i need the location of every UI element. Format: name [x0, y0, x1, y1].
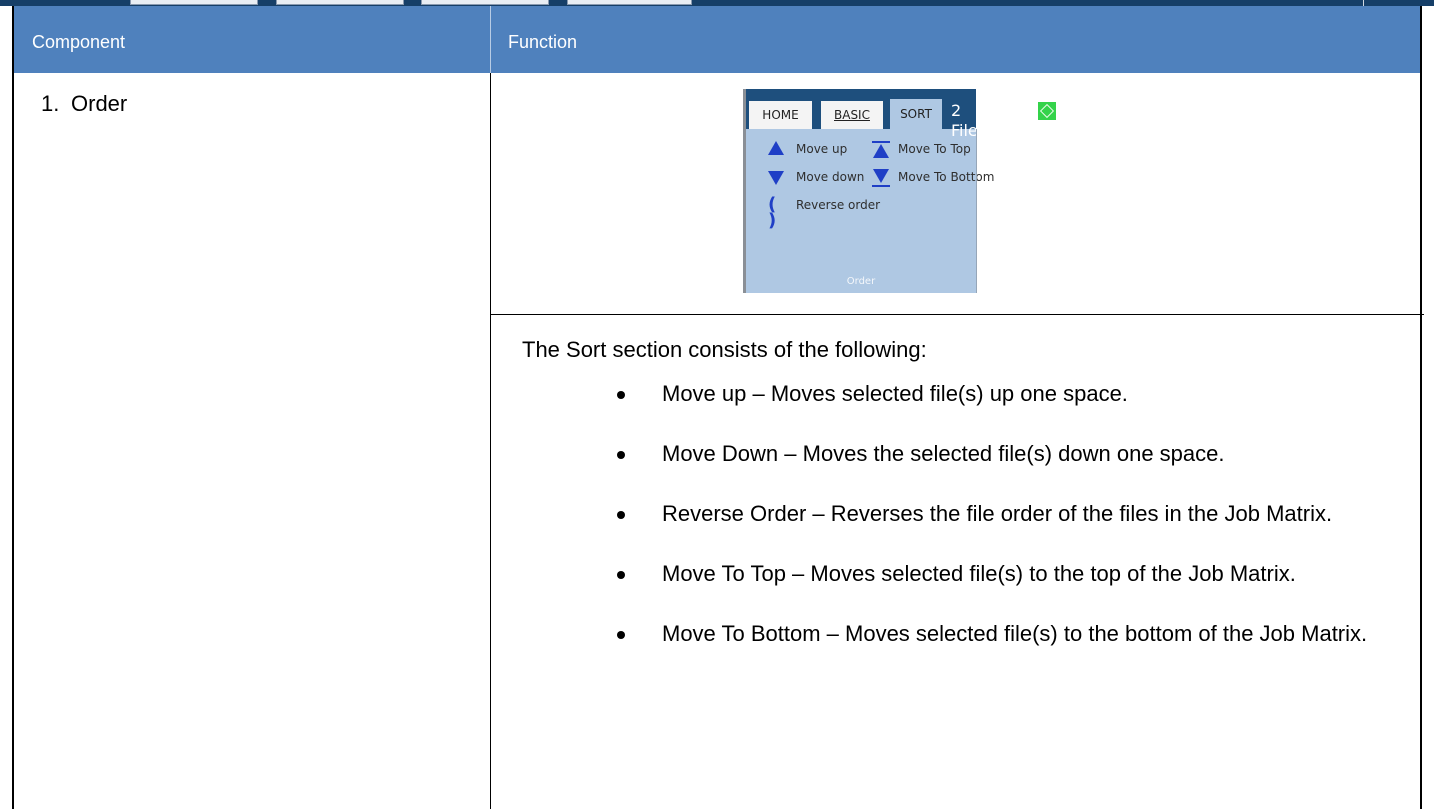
table-header: Component Function [14, 6, 1420, 73]
header-function: Function [508, 32, 578, 52]
tab-home[interactable]: HOME [749, 101, 812, 129]
ribbon-tab-bar: HOME BASIC SORT [746, 89, 976, 129]
reverse-order-label: Reverse order [796, 198, 881, 212]
list-number: 1. [41, 91, 60, 116]
toolbar-stub [421, 0, 549, 5]
move-up-label: Move up [796, 142, 848, 156]
list-item: Move To Top – Moves selected file(s) to … [604, 561, 1424, 587]
move-to-bottom-icon [872, 169, 890, 187]
move-to-bottom-label: Move To Bottom [898, 170, 995, 184]
list-item: Move To Bottom – Moves selected file(s) … [604, 621, 1424, 647]
list-item: Move up – Moves selected file(s) up one … [604, 381, 1424, 407]
component-cell: 1. Order [41, 91, 127, 117]
triangle-down-icon [768, 171, 786, 187]
move-to-top-icon [872, 141, 890, 158]
list-item: Move Down – Moves the selected file(s) d… [604, 441, 1424, 467]
toolbar-stub [567, 0, 692, 5]
list-item: Reverse Order – Reverses the file order … [604, 501, 1424, 527]
header-component: Component [32, 32, 126, 52]
ribbon-body: Move up Move down ( ) Reverse order Move… [746, 129, 994, 293]
tab-basic[interactable]: BASIC [821, 101, 883, 129]
column-divider [490, 73, 491, 809]
ribbon-edge [976, 129, 977, 293]
sort-ribbon-screenshot: HOME BASIC SORT 2 Files Move up Move dow… [743, 89, 1056, 293]
toolbar-stub [276, 0, 404, 5]
tab-sort[interactable]: SORT [890, 99, 942, 129]
move-down-label: Move down [796, 170, 865, 184]
bullet-list: Move up – Moves selected file(s) up one … [604, 381, 1424, 647]
files-status-icon[interactable] [1038, 102, 1056, 120]
header-divider [490, 6, 491, 73]
triangle-up-icon [768, 141, 786, 157]
component-function-table: Component Function 1. Order The Sort sect… [12, 6, 1424, 809]
reverse-icon: ( ) [768, 194, 777, 231]
toolbar-stub [130, 0, 258, 5]
move-to-top-label: Move To Top [898, 142, 971, 156]
row-divider [491, 314, 1424, 315]
ribbon-group-label: Order [846, 276, 876, 287]
description-intro: The Sort section consists of the followi… [522, 337, 927, 362]
component-label: Order [71, 91, 128, 116]
